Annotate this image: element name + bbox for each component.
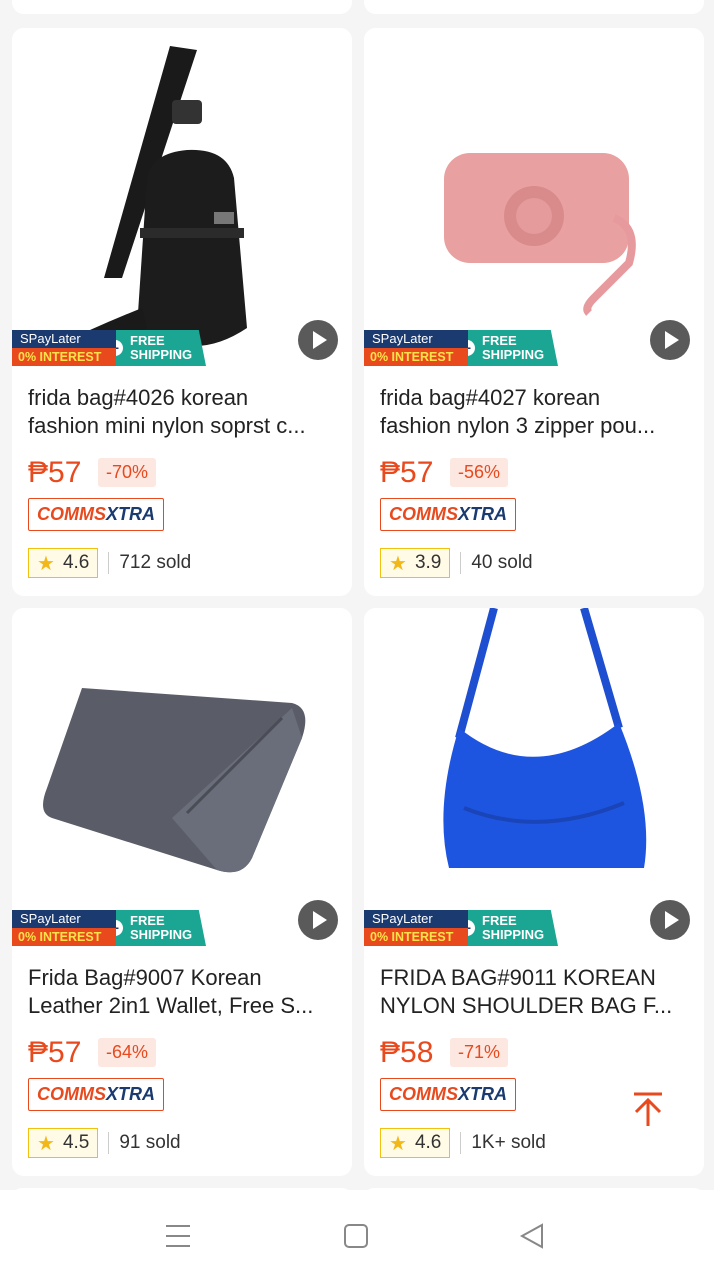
sold-count: 712 sold	[119, 552, 192, 573]
product-image[interactable]	[364, 608, 704, 948]
product-image[interactable]	[364, 28, 704, 368]
home-icon[interactable]	[342, 1222, 370, 1255]
system-nav-bar	[0, 1190, 714, 1280]
commsxtra-badge: COMMSXTRA	[380, 498, 516, 531]
sold-count: 91 sold	[119, 1132, 181, 1153]
play-icon[interactable]	[650, 900, 690, 940]
product-card[interactable]: SPayLater0% INTEREST +FREESHIPPING frida…	[12, 28, 352, 596]
promo-badge: SPayLater0% INTEREST +FREESHIPPING	[12, 910, 206, 946]
sold-count: 40 sold	[471, 552, 533, 573]
promo-badge: SPayLater0% INTEREST +FREESHIPPING	[364, 910, 558, 946]
play-icon[interactable]	[650, 320, 690, 360]
commsxtra-badge: COMMSXTRA	[28, 498, 164, 531]
product-price: ₱57	[28, 456, 82, 489]
discount-badge: -64%	[98, 1038, 157, 1067]
commsxtra-badge: COMMSXTRA	[380, 1078, 516, 1111]
arrow-up-icon[interactable]	[628, 1090, 668, 1130]
product-title[interactable]: frida bag#4027 korean fashion nylon 3 zip…	[380, 384, 692, 440]
product-price: ₱58	[380, 1036, 434, 1069]
star-icon: ★	[37, 552, 55, 575]
star-icon: ★	[389, 1132, 407, 1155]
partial-card-top-left[interactable]	[12, 0, 352, 14]
discount-badge: -71%	[450, 1038, 509, 1067]
product-card[interactable]: SPayLater0% INTEREST +FREESHIPPING Frida…	[12, 608, 352, 1176]
star-icon: ★	[389, 552, 407, 575]
play-icon[interactable]	[298, 900, 338, 940]
product-price: ₱57	[28, 1036, 82, 1069]
product-title[interactable]: Frida Bag#9007 Korean Leather 2in1 Wallet…	[28, 964, 340, 1020]
discount-badge: -56%	[450, 458, 509, 487]
rating-row: ★ 3.9 40 sold	[380, 548, 533, 578]
sold-count: 1K+ sold	[471, 1132, 546, 1153]
menu-icon[interactable]	[164, 1222, 192, 1255]
product-price: ₱57	[380, 456, 434, 489]
product-image[interactable]	[12, 608, 352, 948]
play-icon[interactable]	[298, 320, 338, 360]
rating-row: ★ 4.5 91 sold	[28, 1128, 181, 1158]
product-card[interactable]: SPayLater0% INTEREST +FREESHIPPING frida…	[364, 28, 704, 596]
product-title[interactable]: FRIDA BAG#9011 KOREAN NYLON SHOULDER BAG …	[380, 964, 692, 1020]
rating-value: 3.9	[414, 552, 442, 573]
rating-value: 4.6	[414, 1132, 442, 1153]
product-image[interactable]	[12, 28, 352, 368]
rating-row: ★ 4.6 1K+ sold	[380, 1128, 546, 1158]
partial-card-top-right[interactable]	[364, 0, 704, 14]
rating-value: 4.6	[62, 552, 90, 573]
rating-row: ★ 4.6 712 sold	[28, 548, 191, 578]
back-icon[interactable]	[518, 1222, 546, 1255]
discount-badge: -70%	[98, 458, 157, 487]
commsxtra-badge: COMMSXTRA	[28, 1078, 164, 1111]
star-icon: ★	[37, 1132, 55, 1155]
promo-badge: SPayLater0% INTEREST +FREESHIPPING	[364, 330, 558, 366]
rating-value: 4.5	[62, 1132, 90, 1153]
promo-badge: SPayLater0% INTEREST +FREESHIPPING	[12, 330, 206, 366]
product-title[interactable]: frida bag#4026 korean fashion mini nylon …	[28, 384, 340, 440]
